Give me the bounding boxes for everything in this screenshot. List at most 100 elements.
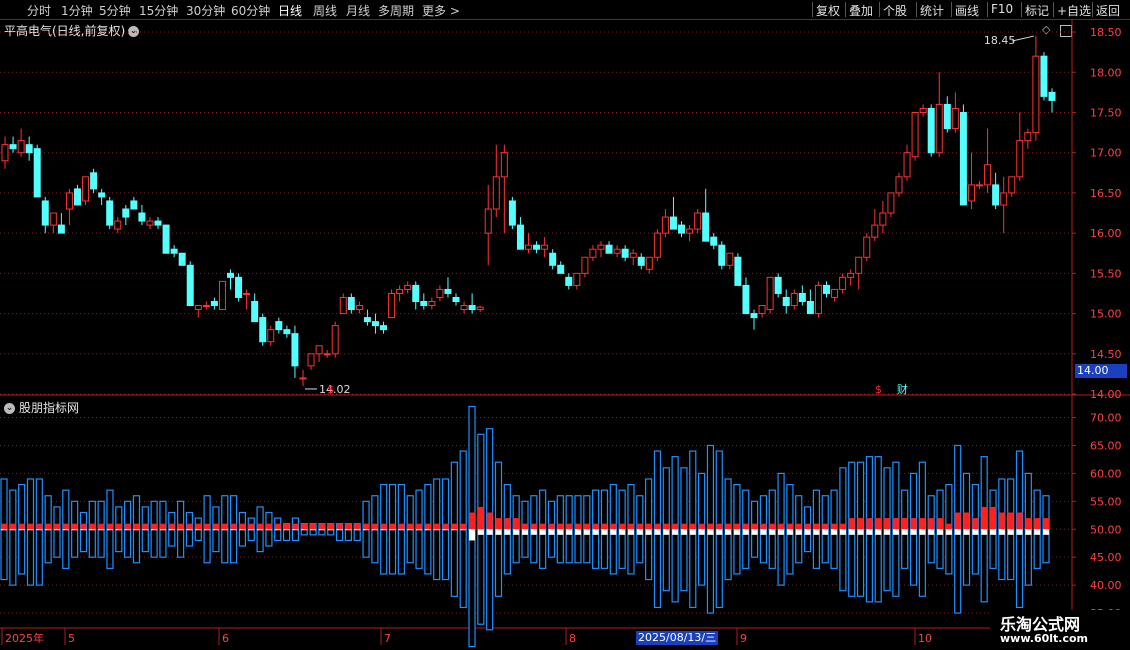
indicator-bar-red — [451, 523, 458, 530]
indicator-bar-red — [98, 523, 105, 530]
indicator-bar-white — [283, 529, 290, 531]
candle-body — [339, 296, 347, 315]
candle-body — [1032, 55, 1040, 134]
indicator-bar-lower — [645, 528, 653, 581]
indicator-bar-white — [292, 529, 299, 531]
indicator-bar-red — [689, 523, 696, 530]
indicator-bar-upper — [715, 450, 723, 530]
indicator-bar-lower — [159, 528, 167, 558]
indicator-bar-white — [998, 529, 1005, 535]
candle-body — [130, 200, 138, 210]
indicator-bar-white — [416, 529, 423, 531]
indicator-bar-red — [981, 506, 988, 530]
y-tick-label: 17.00 — [1090, 147, 1122, 160]
indicator-bar-white — [910, 529, 917, 535]
indicator-bar-white — [733, 529, 740, 535]
candle-body — [855, 256, 863, 274]
indicator-bar-lower — [291, 528, 300, 542]
indicator-bar-lower — [371, 528, 379, 564]
indicator-bar-white — [177, 529, 184, 531]
candle-body — [420, 301, 428, 307]
indicator-bar-white — [583, 529, 590, 535]
x-tick-label: 5 — [68, 632, 75, 645]
candle-body — [1048, 91, 1056, 101]
indicator-bar-lower — [459, 528, 467, 609]
indicator-bar-white — [795, 529, 802, 535]
candle-body — [806, 301, 814, 315]
indicator-bar-red — [239, 523, 246, 530]
indicator-bar-red — [601, 523, 608, 530]
stock-chart[interactable]: 14.00 14.50 15.00 15.50 16.00 16.50 17.00 17.50… — [0, 0, 1130, 650]
candle-body — [992, 184, 1000, 206]
candle-body — [967, 184, 975, 202]
y-tick-label: 16.00 — [1090, 227, 1122, 240]
y-tick-label: 65.00 — [1090, 439, 1122, 452]
indicator-bar-white — [831, 529, 838, 535]
indicator-bar-red — [212, 523, 219, 530]
indicator-bar-lower — [388, 528, 397, 575]
candle-body — [347, 296, 355, 311]
indicator-bar-white — [27, 529, 34, 531]
indicator-bar-white — [778, 529, 785, 535]
indicator-bar-upper — [433, 478, 441, 530]
indicator-bar-red — [389, 523, 396, 530]
y-tick-label: 17.50 — [1090, 106, 1122, 119]
candle-body — [605, 244, 613, 254]
indicator-bar-red — [62, 523, 69, 530]
indicator-bar-red — [813, 523, 820, 530]
indicator-bar-white — [89, 529, 96, 531]
indicator-bar-white — [354, 529, 361, 531]
indicator-bar-red — [274, 523, 281, 530]
y-tick-label: 55.00 — [1090, 495, 1122, 508]
indicator-bar-red — [698, 523, 705, 530]
indicator-bar-red — [495, 518, 502, 530]
candle-body — [774, 276, 782, 294]
indicator-bar-white — [981, 529, 988, 535]
indicator-bar-lower — [124, 528, 132, 558]
indicator-bar-lower — [618, 528, 626, 569]
indicator-bar-upper — [600, 489, 609, 530]
candle-body — [452, 296, 460, 303]
indicator-bar-red — [1025, 518, 1032, 530]
indicator-bar-lower — [945, 528, 953, 575]
indicator-bar-white — [195, 529, 202, 531]
indicator-bar-red — [204, 523, 211, 530]
indicator-bar-red — [530, 523, 537, 530]
indicator-bar-lower — [229, 528, 238, 564]
y-tick-label: 14.50 — [1090, 348, 1122, 361]
indicator-bar-red — [548, 523, 555, 530]
candle-body — [122, 208, 130, 218]
candle-body — [380, 325, 388, 331]
indicator-bar-white — [698, 529, 705, 535]
indicator-bar-red — [645, 523, 652, 530]
candle-body — [283, 329, 291, 335]
candle-body — [138, 212, 146, 222]
candle-body — [710, 236, 718, 246]
candle-body — [1000, 192, 1008, 206]
indicator-bar-lower — [177, 528, 185, 558]
indicator-bar-upper — [689, 450, 697, 530]
indicator-bar-white — [327, 529, 334, 531]
indicator-bar-red — [513, 518, 520, 530]
indicator-bar-lower — [9, 528, 17, 586]
indicator-bar-white — [786, 529, 793, 535]
indicator-bar-white — [504, 529, 511, 535]
candle-body — [718, 244, 726, 266]
indicator-bar-white — [9, 529, 16, 531]
indicator-bar-red — [839, 523, 846, 530]
indicator-bar-white — [1, 529, 7, 531]
candle-body — [90, 172, 98, 190]
indicator-bar-upper — [812, 489, 821, 530]
dividend-marker: $ — [875, 383, 882, 396]
indicator-bar-lower — [415, 528, 423, 569]
candle-body — [508, 200, 516, 226]
indicator-bar-red — [301, 523, 308, 530]
candle-body — [299, 377, 307, 380]
candle-body — [597, 244, 605, 250]
indicator-bar-red — [89, 523, 96, 530]
candle-body — [798, 292, 806, 302]
candle-body — [9, 144, 17, 150]
indicator-bar-red — [725, 523, 732, 530]
indicator-bar-red — [442, 523, 449, 530]
indicator-bar-red — [831, 523, 838, 530]
